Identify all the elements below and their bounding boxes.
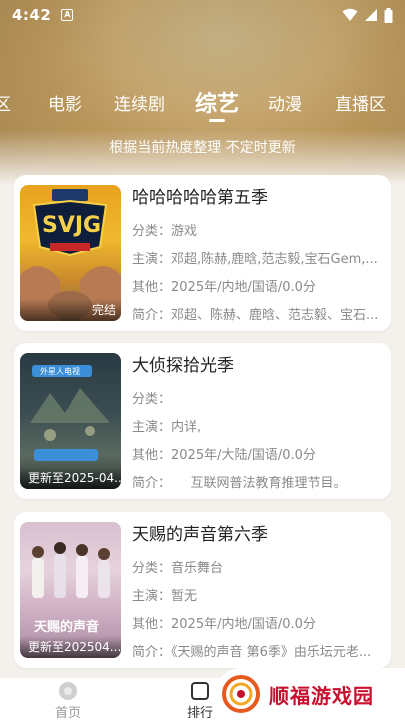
intro-label: 简介： — [132, 308, 172, 323]
item-title[interactable]: 大侦探拾光季 — [132, 353, 384, 379]
tab-series[interactable]: 连续剧 — [114, 90, 165, 115]
status-bar: 4:42 A — [0, 0, 405, 30]
poster-image[interactable]: 天赐的声音 更新至202504... — [20, 522, 121, 658]
nav-rank-label: 排行 — [186, 706, 213, 720]
category-value: 音乐舞台 — [171, 561, 224, 576]
list-item[interactable]: SVJG 完结 哈哈哈哈哈第五季 分类：游戏 主演：邓超,陈赫,鹿晗,范志毅,宝… — [14, 175, 391, 331]
category-label: 分类： — [132, 392, 172, 407]
site-watermark: 顺福游戏园 — [215, 668, 405, 720]
tab-live[interactable]: 直播区 — [335, 90, 386, 115]
tab-variety[interactable]: 综艺 — [195, 86, 239, 118]
nav-home-label: 首页 — [54, 706, 81, 720]
cast-value: 内详, — [171, 420, 202, 435]
poster-title: SVJG — [42, 213, 102, 238]
poster-title: 天赐的声音 — [34, 620, 100, 635]
category-tabs: 区 电影 连续剧 综艺 动漫 直播区 — [0, 84, 405, 120]
wifi-icon — [342, 8, 358, 21]
intro-value: 邓超、陈赫、鹿晗、范志毅、宝石... — [171, 308, 379, 323]
rank-icon — [191, 682, 209, 700]
list-item[interactable]: 天赐的声音 更新至202504... 天赐的声音第六季 分类：音乐舞台 主演：暂… — [14, 512, 391, 668]
tab-zone[interactable]: 区 — [0, 90, 11, 115]
other-label: 其他： — [132, 448, 172, 463]
other-label: 其他： — [132, 280, 172, 295]
cast-value: 暂无 — [171, 589, 198, 604]
intro-label: 简介： — [132, 645, 172, 660]
status-badge: 完结 — [20, 299, 121, 321]
category-label: 分类： — [132, 561, 172, 576]
cast-label: 主演： — [132, 589, 172, 604]
cast-value: 邓超,陈赫,鹿晗,范志毅,宝石Gem,... — [171, 252, 378, 267]
watermark-text: 顺福游戏园 — [269, 683, 374, 708]
list-item[interactable]: 外星人电视 更新至2025-04... 大侦探拾光季 分类： 主演：内详, 其他… — [14, 343, 391, 499]
other-value: 2025年/内地/国语/0.0分 — [171, 617, 316, 632]
poster-title: 外星人电视 — [40, 367, 80, 376]
status-badge: 更新至2025-04... — [20, 467, 121, 489]
intro-label: 简介： — [132, 476, 165, 491]
nav-home[interactable]: 首页 — [50, 680, 86, 720]
subtitle: 根据当前热度整理 不定时更新 — [109, 140, 296, 156]
cast-label: 主演： — [132, 420, 172, 435]
item-title[interactable]: 哈哈哈哈哈第五季 — [132, 185, 384, 211]
intro-value: 《天赐的声音 第6季》由乐坛元老... — [171, 645, 372, 660]
status-badge: 更新至202504... — [20, 636, 121, 658]
other-value: 2025年/内地/国语/0.0分 — [171, 280, 316, 295]
tab-movie[interactable]: 电影 — [48, 90, 82, 115]
battery-icon — [384, 7, 393, 23]
poster-image[interactable]: 外星人电视 更新至2025-04... — [20, 353, 121, 489]
tab-indicator — [209, 119, 225, 122]
item-title[interactable]: 天赐的声音第六季 — [132, 522, 384, 548]
signal-icon — [365, 9, 377, 21]
notification-icon: A — [61, 9, 74, 21]
tab-anime[interactable]: 动漫 — [268, 90, 302, 115]
category-value: 游戏 — [171, 224, 198, 239]
home-icon — [59, 682, 77, 700]
other-value: 2025年/大陆/国语/0.0分 — [171, 448, 316, 463]
watermark-logo-icon — [222, 675, 260, 713]
other-label: 其他： — [132, 617, 172, 632]
status-time: 4:42 — [12, 6, 52, 24]
poster-image[interactable]: SVJG 完结 — [20, 185, 121, 321]
cast-label: 主演： — [132, 252, 172, 267]
nav-rank[interactable]: 排行 — [180, 680, 220, 720]
intro-value: 互联网普法教育推理节目。 — [164, 476, 347, 491]
category-label: 分类： — [132, 224, 172, 239]
